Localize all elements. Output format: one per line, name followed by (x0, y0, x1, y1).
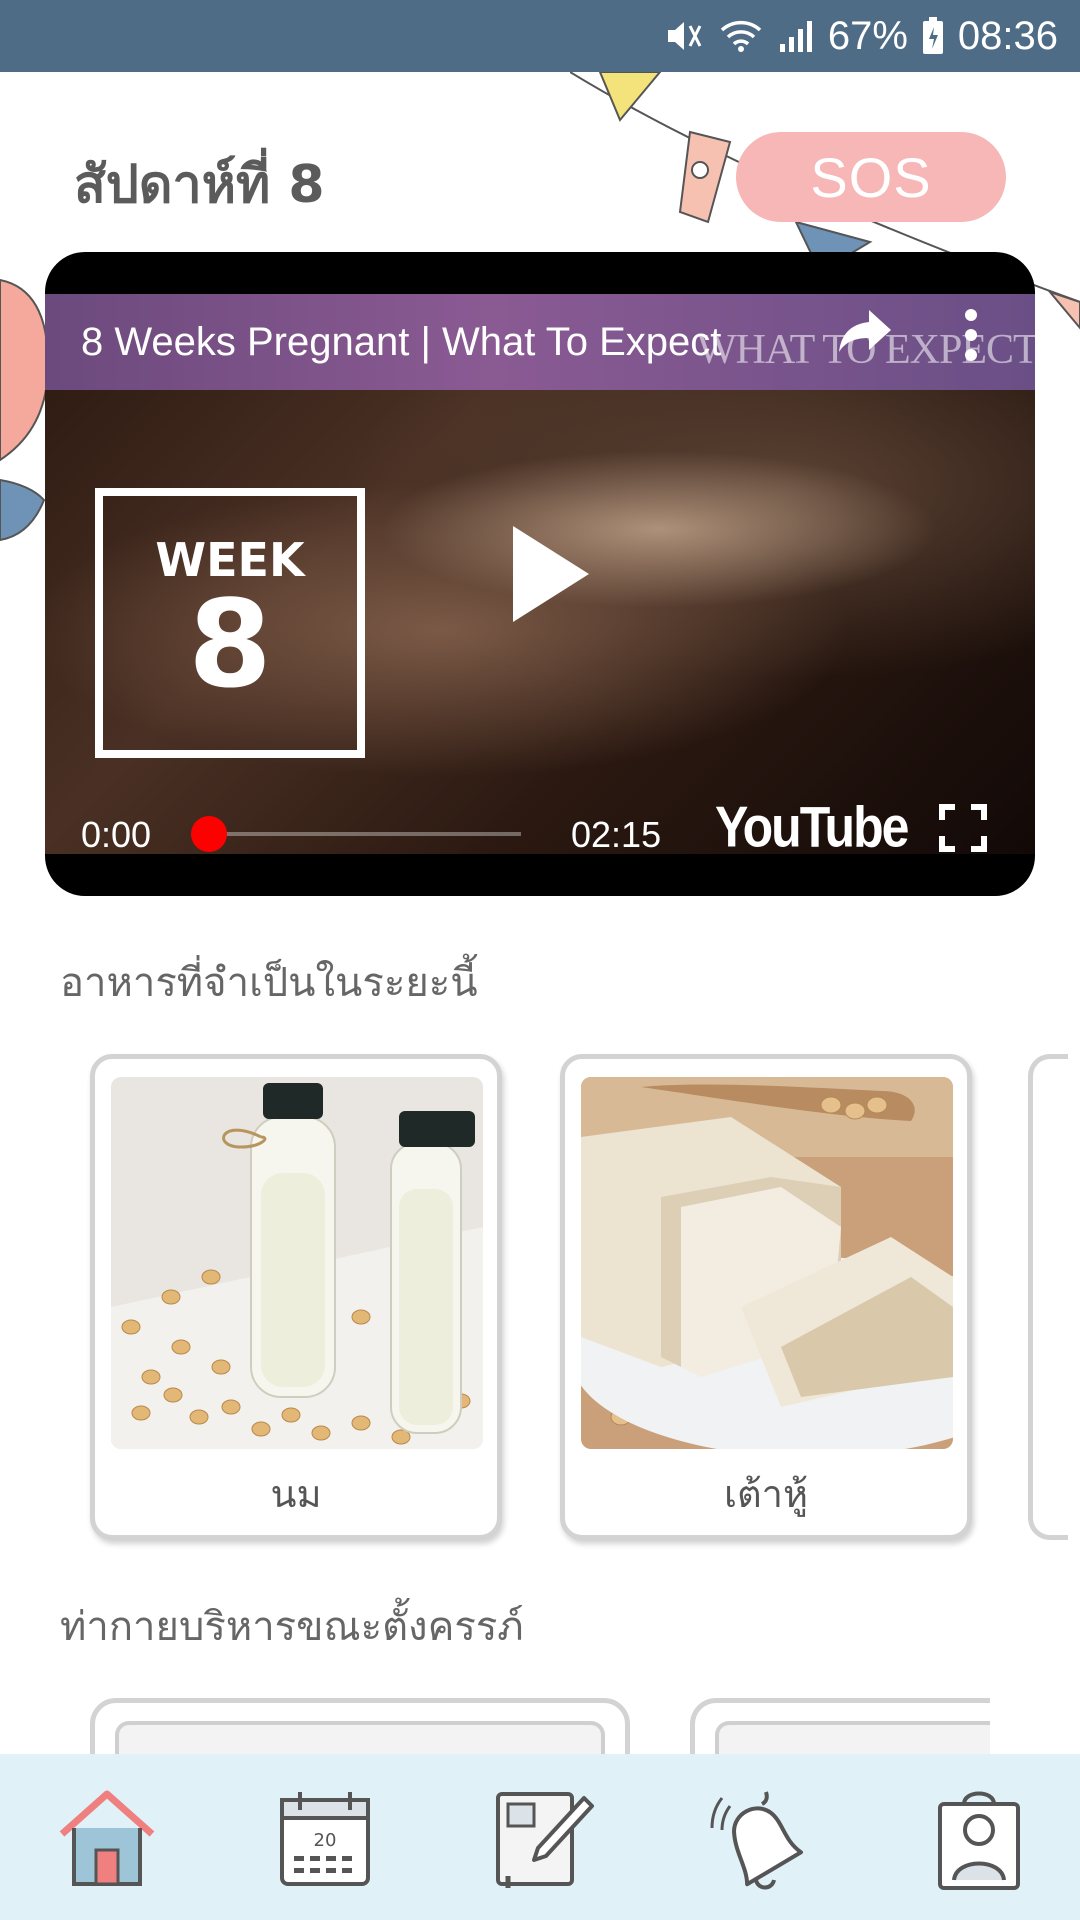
food-image-tofu (581, 1077, 953, 1449)
food-label-milk: นม (270, 1472, 322, 1516)
profile-icon (938, 1791, 1020, 1890)
food-card-next[interactable] (1028, 1054, 1068, 1540)
nav-calendar[interactable]: 20 (270, 1784, 380, 1894)
battery-icon (922, 17, 944, 55)
food-card-milk[interactable]: นม (90, 1054, 502, 1540)
food-image-soy-milk (111, 1077, 483, 1449)
nav-profile[interactable] (924, 1784, 1034, 1894)
nav-home[interactable] (52, 1784, 162, 1894)
week-badge-number: 8 (188, 576, 272, 715)
mute-icon (664, 18, 704, 54)
svg-text:20: 20 (314, 1830, 337, 1851)
youtube-logo[interactable]: YouTube (715, 794, 909, 861)
wifi-icon (718, 18, 764, 54)
home-icon (59, 1790, 155, 1886)
exercises-section-title: ท่ากายบริหารขณะตั้งครรภ์ (60, 1604, 524, 1650)
food-label-tofu: เต้าหู้ (723, 1472, 809, 1516)
week-badge: WEEK 8 (95, 488, 365, 758)
status-bar: 67% 08:36 (0, 0, 1080, 72)
video-title[interactable]: 8 Weeks Pregnant | What To Expect (81, 320, 721, 365)
clock-text: 08:36 (957, 13, 1058, 58)
calendar-icon: 20 (280, 1792, 370, 1886)
video-progress-track[interactable] (209, 832, 521, 836)
notebook-icon (496, 1792, 594, 1888)
battery-text: 67% (827, 13, 908, 58)
food-card-tofu[interactable]: เต้าหู้ (560, 1054, 972, 1540)
nav-notifications[interactable] (708, 1784, 818, 1894)
bell-icon (710, 1791, 803, 1890)
more-options-icon[interactable] (963, 308, 979, 366)
sos-button[interactable]: SOS (736, 132, 1006, 222)
nav-diary[interactable] (488, 1784, 598, 1894)
bottom-navigation: 20 (0, 1754, 1080, 1920)
video-duration: 02:15 (571, 814, 662, 855)
page-title: สัปดาห์ที่ 8 (74, 155, 325, 215)
video-player[interactable]: WHAT TO EXPECT 8 Weeks Pregnant | What T… (45, 252, 1035, 896)
app-screen: 67% 08:36 สัปดาห์ที่ 8 SOS WHAT TO EXPEC… (0, 0, 1080, 1920)
fullscreen-icon[interactable] (939, 804, 987, 856)
foods-section-title: อาหารที่จำเป็นในระยะนี้ (60, 960, 478, 1006)
signal-icon (778, 18, 814, 54)
video-current-time: 0:00 (81, 814, 152, 855)
share-icon[interactable] (837, 306, 893, 360)
play-icon[interactable] (511, 524, 591, 628)
video-progress-knob[interactable] (191, 816, 227, 852)
